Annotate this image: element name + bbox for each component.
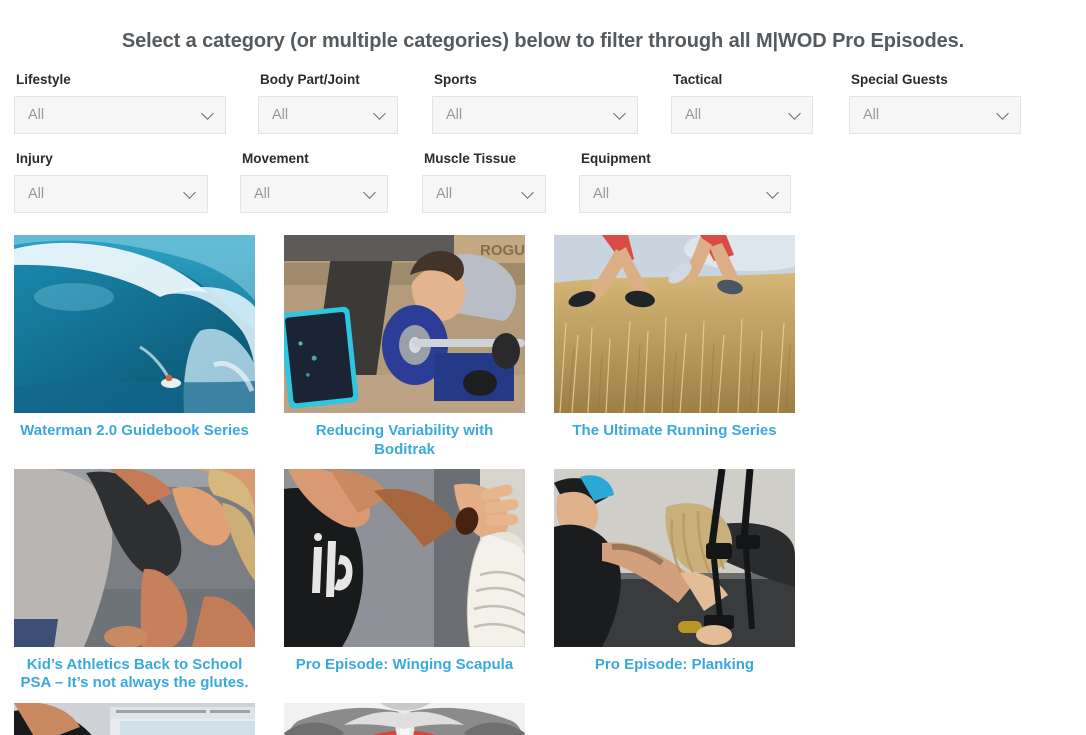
filter-label-movement: Movement	[242, 151, 309, 167]
filter-movement: Movement All	[240, 151, 408, 214]
episode-card: Pro Episode: Winging Scapula	[284, 468, 554, 693]
abdominal-volume-illustration: ility wod	[14, 702, 255, 735]
select-movement-value: All	[254, 186, 271, 203]
filter-label-body-part-joint: Body Part/Joint	[260, 72, 360, 87]
pectoral-anatomy-illustration	[284, 702, 525, 735]
chevron-down-icon	[373, 107, 386, 121]
episode-title-link[interactable]: The Ultimate Running Series	[554, 422, 795, 440]
trail-running-illustration	[554, 235, 795, 414]
episode-card: Waterman 2.0 Guidebook Series	[14, 235, 284, 459]
select-muscle-tissue[interactable]: All	[422, 175, 546, 214]
svg-text:ROGUE: ROGUE	[480, 242, 525, 259]
filter-label-equipment: Equipment	[581, 151, 651, 167]
episode-thumbnail-runners-legs-in-golden-field[interactable]	[554, 235, 795, 414]
select-sports[interactable]: All	[432, 96, 638, 135]
select-lifestyle-value: All	[28, 106, 45, 123]
filter-label-tactical: Tactical	[673, 72, 723, 87]
select-muscle-tissue-value: All	[436, 186, 453, 203]
page-title: Select a category (or multiple categorie…	[121, 30, 965, 52]
chevron-down-icon	[613, 107, 626, 121]
chevron-down-icon	[201, 107, 214, 121]
select-equipment-value: All	[593, 186, 610, 203]
episode-title-link[interactable]: Reducing Variability with Boditrak	[284, 422, 525, 459]
episode-grid: Waterman 2.0 Guidebook Series ROGUE	[0, 235, 1086, 735]
select-body-part-joint[interactable]: All	[258, 96, 398, 135]
chevron-down-icon	[183, 186, 196, 200]
select-equipment[interactable]: All	[579, 175, 791, 214]
episode-thumbnail-anatomy-pectoral-muscles-highlighted-red[interactable]	[284, 702, 525, 735]
chevron-down-icon	[521, 186, 534, 200]
episode-card: Pro Episode: Planking	[554, 468, 824, 693]
filter-equipment: Equipment All	[579, 151, 811, 214]
episode-thumbnail-coach-coaching-athlete-on-straps[interactable]	[554, 468, 795, 647]
filter-special-guests: Special Guests All	[849, 72, 1041, 135]
episode-thumbnail-athlete-barbell-deadlift-with-tablet[interactable]: ROGUE	[284, 235, 525, 414]
select-injury-value: All	[28, 186, 45, 203]
filter-label-muscle-tissue: Muscle Tissue	[424, 151, 517, 167]
filter-muscle-tissue: Muscle Tissue All	[422, 151, 566, 214]
chevron-down-icon	[788, 107, 801, 121]
episode-card: ROGUE	[284, 235, 554, 459]
strap-training-illustration	[554, 468, 795, 647]
filter-sports: Sports All	[432, 72, 658, 135]
episode-card: ility wod Pro Episode: Abdominal Volume	[14, 702, 284, 735]
select-tactical[interactable]: All	[671, 96, 813, 135]
filter-label-lifestyle: Lifestyle	[16, 72, 71, 87]
episode-filter-page: Select a category (or multiple categorie…	[0, 0, 1086, 735]
episode-thumbnail-surfer-riding-large-blue-wave[interactable]	[14, 235, 255, 414]
episode-thumbnail-coach-assisting-athlete-shoulder[interactable]	[14, 468, 255, 647]
filter-tactical: Tactical All	[671, 72, 833, 135]
episode-card: The Ultimate Running Series	[554, 235, 824, 459]
filter-panel: Lifestyle All Body Part/Joint All Sports…	[0, 72, 1086, 214]
filter-label-injury: Injury	[16, 151, 53, 167]
episode-title-link[interactable]: Kid’s Athletics Back to School PSA – It’…	[14, 656, 255, 693]
episode-card: Kid’s Athletics Back to School PSA – It’…	[14, 468, 284, 693]
chevron-down-icon	[363, 186, 376, 200]
filter-injury: Injury All	[14, 151, 228, 214]
chevron-down-icon	[766, 186, 779, 200]
select-movement[interactable]: All	[240, 175, 388, 214]
select-lifestyle[interactable]: All	[14, 96, 226, 135]
filter-label-sports: Sports	[434, 72, 477, 87]
filter-label-special-guests: Special Guests	[851, 72, 948, 87]
select-special-guests[interactable]: All	[849, 96, 1021, 135]
episode-title-link[interactable]: Waterman 2.0 Guidebook Series	[14, 422, 255, 440]
select-sports-value: All	[446, 106, 463, 123]
filter-lifestyle: Lifestyle All	[14, 72, 246, 135]
filter-row-1: Lifestyle All Body Part/Joint All Sports…	[14, 72, 1072, 135]
episode-title-link[interactable]: Pro Episode: Winging Scapula	[284, 656, 525, 674]
select-injury[interactable]: All	[14, 175, 208, 214]
episode-thumbnail-mobilitywod-shirt-arm-in-front-of-screen[interactable]: ility wod	[14, 702, 255, 735]
filter-body-part-joint: Body Part/Joint All	[258, 72, 418, 135]
select-body-part-joint-value: All	[272, 106, 289, 123]
surf-wave-illustration	[14, 235, 255, 414]
scapula-model-illustration	[284, 468, 525, 647]
coaching-shoulder-illustration	[14, 468, 255, 647]
episode-title-link[interactable]: Pro Episode: Planking	[554, 656, 795, 674]
episode-thumbnail-coach-with-skeleton-scapula-model[interactable]	[284, 468, 525, 647]
filter-row-2: Injury All Movement All Muscle Tissue Al…	[14, 151, 1072, 214]
chevron-down-icon	[996, 107, 1009, 121]
select-tactical-value: All	[685, 106, 702, 123]
barbell-gym-illustration: ROGUE	[284, 235, 525, 414]
select-special-guests-value: All	[863, 106, 880, 123]
episode-card: Pro Episode: What’s with all these pec t…	[284, 702, 554, 735]
